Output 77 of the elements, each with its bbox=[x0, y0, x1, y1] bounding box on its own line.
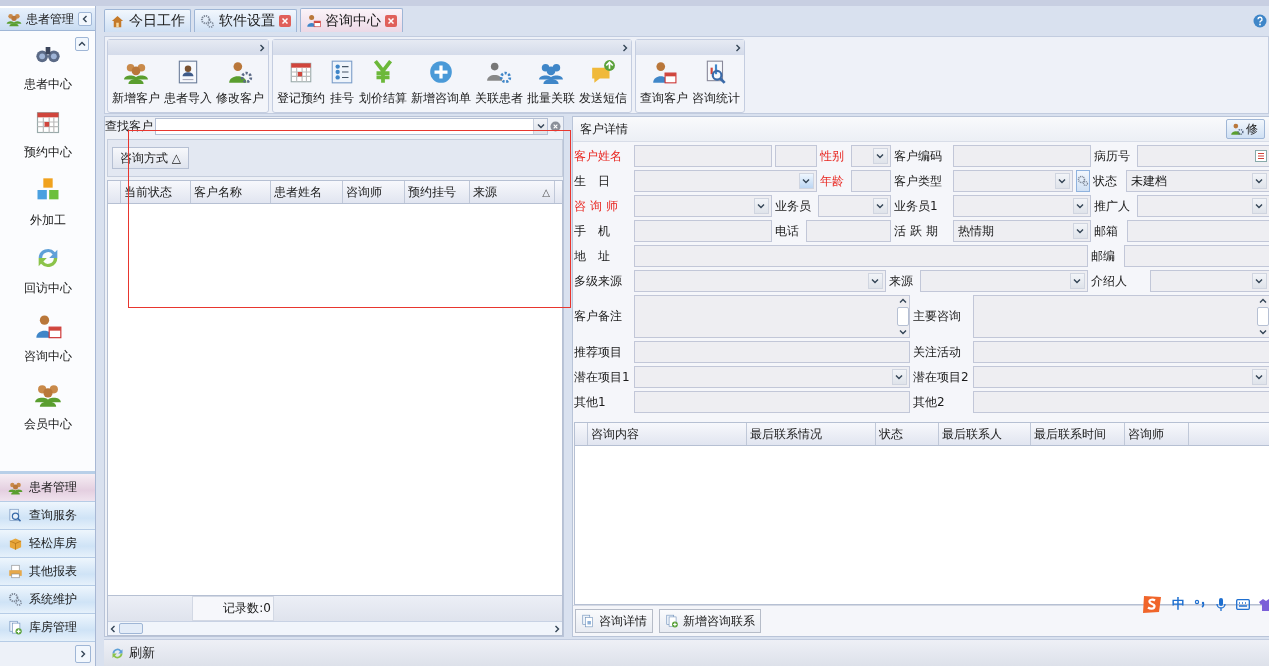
toolbar-button[interactable]: 咨询统计 bbox=[690, 59, 742, 107]
toolbar-button[interactable]: 患者导入 bbox=[162, 59, 214, 107]
field-label: 其他1 bbox=[574, 393, 607, 411]
field-label: 客户姓名 bbox=[574, 147, 623, 165]
field-label: 状态 bbox=[1093, 172, 1118, 190]
input-mode-indicator[interactable]: 中 bbox=[1172, 595, 1185, 613]
field-label: 其他2 bbox=[913, 393, 946, 411]
column-header[interactable]: 状态 bbox=[876, 423, 939, 445]
field-label: 年龄 bbox=[820, 172, 845, 190]
module-button[interactable]: 查询服务 bbox=[0, 502, 95, 530]
column-header[interactable]: 来源 △ bbox=[470, 181, 555, 203]
tab[interactable]: 软件设置 bbox=[194, 9, 297, 32]
sidebar-item[interactable]: 预约中心 bbox=[19, 105, 76, 164]
field-label: 病历号 bbox=[1094, 147, 1131, 165]
action-button[interactable]: 新增咨询联系 bbox=[659, 609, 761, 633]
toolbar-button[interactable]: 查询客户 bbox=[638, 59, 690, 107]
field-label: 多级来源 bbox=[574, 272, 623, 290]
field-label: 地 址 bbox=[574, 247, 611, 265]
action-button[interactable]: 咨询详情 bbox=[575, 609, 653, 633]
column-header[interactable]: 最后联系人 bbox=[939, 423, 1031, 445]
column-header[interactable]: 咨询师 bbox=[343, 181, 405, 203]
sidebar-item[interactable]: 外加工 bbox=[25, 173, 70, 232]
toolbar-button[interactable]: 挂号 bbox=[327, 59, 357, 107]
toolbar-button[interactable]: 批量关联 bbox=[525, 59, 577, 107]
toolbar-button[interactable]: 新增客户 bbox=[110, 59, 162, 107]
dropdown-field[interactable]: 热情期 bbox=[953, 220, 1091, 242]
module-button[interactable]: 其他报表 bbox=[0, 558, 95, 586]
module-button[interactable]: 患者管理 bbox=[0, 474, 95, 502]
module-button[interactable]: 系统维护 bbox=[0, 586, 95, 614]
module-button[interactable]: 库房管理 bbox=[0, 614, 95, 642]
field-label: 业务员 bbox=[775, 197, 812, 215]
field-label: 潜在项目1 bbox=[574, 368, 631, 386]
edit-button[interactable]: 修 bbox=[1226, 119, 1265, 139]
field-label: 电话 bbox=[775, 222, 800, 240]
toolbar-button[interactable]: 关联患者 bbox=[473, 59, 525, 107]
column-header[interactable]: 最后联系情况 bbox=[747, 423, 876, 445]
record-count: 记录数:0 bbox=[192, 596, 274, 621]
field-label: 主要咨询 bbox=[913, 308, 962, 325]
sidebar-item[interactable]: 咨询中心 bbox=[19, 309, 76, 368]
module-button[interactable]: 轻松库房 bbox=[0, 530, 95, 558]
sidebar-item[interactable]: 会员中心 bbox=[19, 377, 76, 436]
field-label: 业务员1 bbox=[894, 197, 939, 215]
field-label: 潜在项目2 bbox=[913, 368, 970, 386]
toolbar-button[interactable]: 发送短信 bbox=[577, 59, 629, 107]
field-label: 客户类型 bbox=[894, 172, 943, 190]
field-label: 客户编码 bbox=[894, 147, 943, 165]
toolbar-button[interactable]: 登记预约 bbox=[275, 59, 327, 107]
dropdown-field[interactable]: 未建档 bbox=[1126, 170, 1269, 192]
toolbar-button[interactable]: 新增咨询单 bbox=[409, 59, 473, 107]
column-header[interactable]: 预约挂号 bbox=[405, 181, 470, 203]
field-label: 性别 bbox=[820, 147, 845, 165]
field-label: 关注活动 bbox=[913, 343, 962, 361]
field-label: 邮箱 bbox=[1094, 222, 1119, 240]
field-label: 来源 bbox=[889, 272, 914, 290]
column-header[interactable]: 咨询师 bbox=[1125, 423, 1189, 445]
toolbar-button[interactable]: 划价结算 bbox=[357, 59, 409, 107]
field-label: 邮编 bbox=[1091, 247, 1116, 265]
field-label: 咨 询 师 bbox=[574, 197, 619, 215]
sidebar-title: 患者管理 bbox=[26, 10, 74, 28]
column-header[interactable]: 咨询内容 bbox=[588, 423, 747, 445]
column-header[interactable]: 患者姓名 bbox=[271, 181, 343, 203]
column-header[interactable]: 最后联系时间 bbox=[1031, 423, 1125, 445]
tab[interactable]: 今日工作 bbox=[104, 9, 191, 32]
tab[interactable]: 咨询中心 bbox=[300, 8, 403, 32]
column-header[interactable]: 客户名称 bbox=[191, 181, 271, 203]
field-label: 手 机 bbox=[574, 222, 611, 240]
toolbar-button[interactable]: 修改客户 bbox=[214, 59, 266, 107]
field-label: 介绍人 bbox=[1091, 272, 1128, 290]
panel-title: 客户详情 bbox=[580, 120, 628, 138]
sidebar-item[interactable]: 患者中心 bbox=[19, 37, 76, 96]
refresh-button[interactable]: 刷新 bbox=[104, 644, 161, 662]
sidebar-item[interactable]: 回访中心 bbox=[19, 241, 76, 300]
field-label: 推广人 bbox=[1094, 197, 1131, 215]
field-label: 客户备注 bbox=[574, 308, 623, 325]
field-label: 生 日 bbox=[574, 172, 611, 190]
field-label: 活 跃 期 bbox=[894, 222, 939, 240]
field-label: 推荐项目 bbox=[574, 343, 623, 361]
